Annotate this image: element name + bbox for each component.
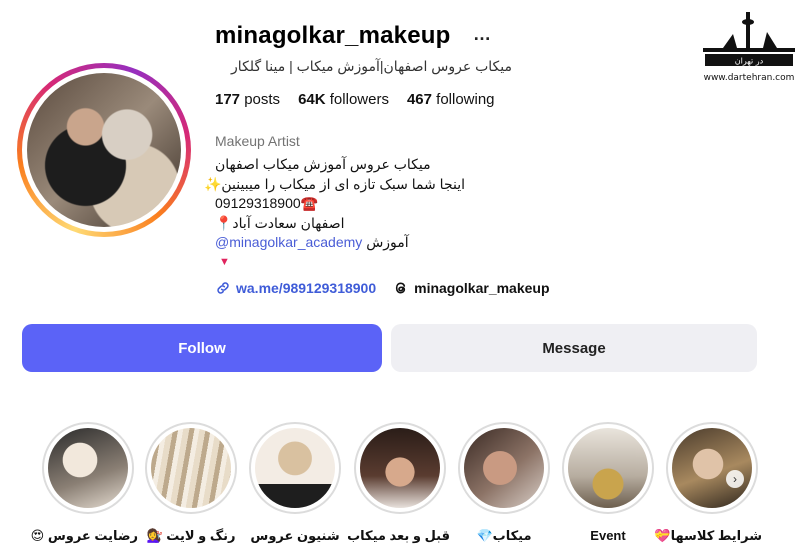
highlight-label: Event	[590, 528, 626, 543]
bio-academy-line: آموزش minagolkar_academy@	[215, 233, 465, 253]
highlight-item[interactable]: میکاب💎	[454, 422, 554, 544]
highlight-label: قبل و بعد میکاب	[347, 528, 450, 543]
followers-count: 64K	[298, 91, 326, 108]
highlight-item[interactable]: Event	[558, 422, 658, 543]
more-options-icon[interactable]: …	[473, 24, 491, 45]
profile-stats: 177 posts 64K followers 467 following	[215, 91, 513, 108]
highlight-ring	[458, 422, 550, 514]
highlight-cover	[360, 428, 440, 508]
threads-link-text: minagolkar_makeup	[414, 280, 550, 296]
highlight-item[interactable]: قبل و بعد میکاب	[347, 422, 450, 544]
profile-avatar-ring[interactable]	[17, 63, 191, 237]
highlight-ring	[354, 422, 446, 514]
following-label: following	[436, 91, 495, 108]
highlight-cover	[48, 428, 128, 508]
highlight-cover	[151, 428, 231, 508]
whatsapp-link-text: wa.me/989129318900	[236, 280, 377, 296]
highlight-ring	[666, 422, 758, 514]
follow-button[interactable]: Follow	[22, 324, 382, 372]
bio-line: میکاب عروس آموزش میکاب اصفهان	[215, 156, 431, 172]
academy-mention-link[interactable]: minagolkar_academy@	[215, 234, 362, 250]
highlight-ring	[562, 422, 654, 514]
whatsapp-link[interactable]: wa.me/989129318900	[215, 280, 376, 296]
threads-link[interactable]: minagolkar_makeup	[393, 280, 550, 296]
highlight-cover	[672, 428, 752, 508]
following-stat[interactable]: 467 following	[407, 91, 495, 108]
followers-label: followers	[329, 91, 389, 108]
posts-label: posts	[244, 91, 281, 108]
profile-category: Makeup Artist	[215, 133, 300, 149]
chevron-right-icon[interactable]: ›	[726, 470, 744, 488]
highlight-cover	[568, 428, 648, 508]
message-button[interactable]: Message	[391, 324, 757, 372]
bio-location: اصفهان سعادت آباد📍	[215, 214, 345, 231]
avatar-frame	[22, 68, 186, 232]
profile-links: wa.me/989129318900 minagolkar_makeup	[215, 280, 550, 296]
highlight-cover	[464, 428, 544, 508]
watermark-logo-text: در تهران	[735, 57, 764, 66]
posts-count: 177	[215, 91, 241, 108]
highlight-ring	[249, 422, 341, 514]
bio-phone: 09129318900☎️	[215, 195, 319, 211]
profile-username: minagolkar_makeup	[215, 22, 451, 49]
bio-heart: ▼	[219, 255, 230, 268]
highlight-label: شنیون عروس	[250, 528, 340, 543]
profile-full-name: میکاب عروس اصفهان|آموزش میکاب | مینا گلک…	[231, 58, 512, 74]
avatar[interactable]	[27, 73, 181, 227]
watermark-url: www.dartehran.com	[703, 73, 795, 83]
highlight-label: رنگ و لایت 💇‍♀️	[146, 528, 236, 543]
highlight-ring	[145, 422, 237, 514]
profile-bio: میکاب عروس آموزش میکاب اصفهان اینجا شما …	[203, 155, 465, 272]
highlight-ring	[42, 422, 134, 514]
following-count: 467	[406, 91, 432, 108]
highlight-item[interactable]: رضایت عروس 😍	[30, 422, 138, 544]
followers-stat[interactable]: 64K followers	[298, 91, 389, 108]
bio-line: اینجا شما سبک تازه ای از میکاب را میبینی…	[203, 175, 465, 192]
highlight-label: رضایت عروس 😍	[30, 528, 138, 543]
highlight-item[interactable]: شرایط کلاسها💝	[654, 422, 762, 544]
posts-stat[interactable]: 177 posts	[215, 91, 280, 108]
bio-academy-text: آموزش	[366, 234, 409, 250]
highlight-label: میکاب💎	[476, 528, 532, 543]
highlight-cover	[255, 428, 335, 508]
link-icon	[217, 282, 229, 294]
highlight-item[interactable]: شنیون عروس	[245, 422, 345, 544]
highlight-item[interactable]: رنگ و لایت 💇‍♀️	[141, 422, 241, 544]
threads-icon	[395, 282, 406, 294]
highlight-label: شرایط کلاسها💝	[654, 528, 762, 543]
story-highlights: رضایت عروس 😍 رنگ و لایت 💇‍♀️ شنیون عروس …	[0, 422, 800, 560]
